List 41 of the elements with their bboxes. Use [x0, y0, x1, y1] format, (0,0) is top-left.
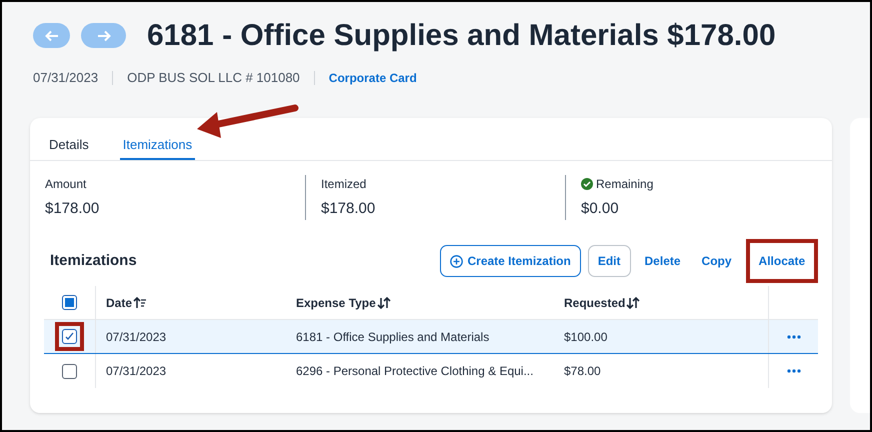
table-cell: $100.00	[564, 330, 608, 344]
tab[interactable]: Details	[46, 118, 92, 160]
vendor-text: ODP BUS SOL LLC # 101080	[127, 69, 300, 87]
summary-label: Amount	[45, 176, 86, 192]
more-icon[interactable]	[786, 369, 801, 373]
table-cell: 07/31/2023	[106, 330, 166, 344]
checkbox[interactable]	[62, 329, 77, 344]
table-cell: 07/31/2023	[106, 364, 166, 378]
summary-label: Itemized	[321, 176, 366, 192]
action-button[interactable]: Create Itemization	[440, 245, 581, 277]
summary-value: $0.00	[581, 198, 620, 218]
tab[interactable]: Itemizations	[120, 118, 196, 160]
table-row[interactable]: 07/31/2023 6181 - Office Supplies and Materials $100.00	[44, 320, 818, 354]
summary-label: Remaining	[596, 176, 654, 192]
sort-icon[interactable]	[376, 296, 391, 308]
action-button[interactable]: Edit	[588, 245, 631, 277]
checkbox[interactable]	[62, 295, 77, 310]
action-button[interactable]: Copy	[694, 245, 739, 277]
check-icon	[65, 332, 74, 341]
table-cell: $78.00	[564, 364, 601, 378]
plus-circle-icon	[450, 254, 464, 268]
summary-value: $178.00	[45, 198, 100, 218]
date-text: 07/31/2023	[33, 69, 98, 87]
column-header[interactable]: Expense Type	[296, 294, 376, 312]
table-cell: 6181 - Office Supplies and Materials	[296, 330, 490, 344]
check-circle-icon	[581, 178, 593, 190]
column-header[interactable]: Requested	[564, 294, 626, 312]
right-arrow-icon	[96, 30, 110, 42]
column-header[interactable]: Date	[106, 294, 132, 312]
more-icon[interactable]	[786, 334, 801, 338]
action-button[interactable]: Delete	[638, 245, 688, 277]
table-cell: 6296 - Personal Protective Clothing & Equi...	[296, 364, 534, 378]
checkbox[interactable]	[62, 364, 77, 378]
left-arrow-icon	[44, 30, 58, 42]
sort-icon[interactable]	[133, 296, 148, 308]
summary-value: $178.00	[321, 198, 376, 218]
action-button[interactable]: Allocate	[752, 245, 812, 277]
payment-link[interactable]: Corporate Card	[328, 68, 417, 87]
section-title: Itemizations	[50, 250, 137, 271]
page-title: 6181 - Office Supplies and Materials $178.00	[147, 18, 776, 54]
sort-icon[interactable]	[626, 296, 640, 308]
